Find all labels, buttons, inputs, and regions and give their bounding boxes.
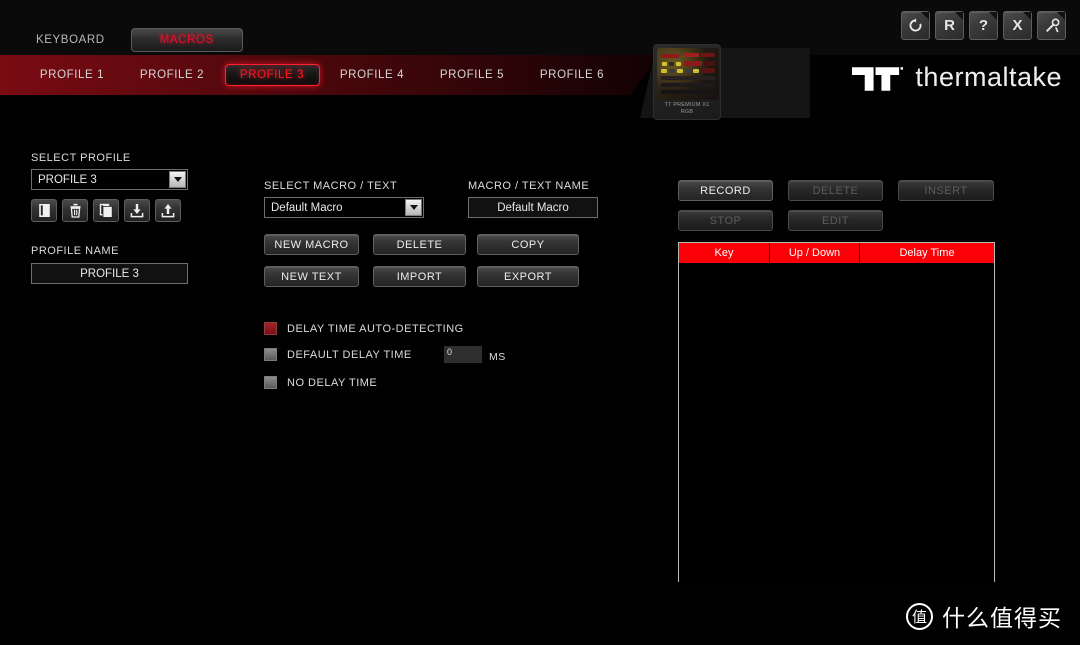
- column-header-up-down: Up / Down: [770, 243, 860, 263]
- record-button[interactable]: RECORD: [678, 180, 773, 201]
- mode-tab-macros[interactable]: MACROS: [130, 28, 243, 52]
- edit-action-button[interactable]: EDIT: [788, 210, 883, 231]
- watermark-badge-icon: 值: [906, 602, 933, 630]
- chevron-down-icon-macro[interactable]: [405, 199, 422, 216]
- select-macro-value: Default Macro: [271, 201, 343, 214]
- profile-name-label: PROFILE NAME: [31, 245, 119, 257]
- column-header-key: Key: [679, 243, 770, 263]
- profile-tab-4[interactable]: PROFILE 4: [322, 55, 422, 95]
- top-bar: KEYBOARD MACROS R ? X: [0, 0, 1080, 55]
- profile-tab-2[interactable]: PROFILE 2: [122, 55, 222, 95]
- close-glyph: X: [1012, 17, 1023, 34]
- delete-action-button[interactable]: DELETE: [788, 180, 883, 201]
- help-glyph: ?: [978, 17, 989, 34]
- delete-profile-icon[interactable]: [62, 199, 88, 222]
- insert-action-button[interactable]: INSERT: [898, 180, 994, 201]
- window-button-group: R ? X: [901, 11, 1066, 40]
- no-delay-label: NO DELAY TIME: [287, 376, 378, 389]
- device-thumbnail[interactable]: TT PREMIUM X1 RGB: [653, 44, 721, 120]
- select-macro-label: SELECT MACRO / TEXT: [264, 180, 398, 192]
- import-profile-icon[interactable]: [124, 199, 150, 222]
- macro-name-value: Default Macro: [497, 201, 569, 214]
- delay-auto-detect-label: DELAY TIME AUTO-DETECTING: [287, 322, 464, 335]
- select-profile-label-text: SELECT PROFILE: [31, 152, 131, 164]
- stop-button[interactable]: STOP: [678, 210, 773, 231]
- macro-name-label: MACRO / TEXT NAME: [468, 180, 590, 192]
- no-delay-checkbox[interactable]: [264, 376, 277, 389]
- delay-option-none[interactable]: NO DELAY TIME: [264, 376, 377, 389]
- brand-logo: thermaltake: [850, 62, 1062, 93]
- import-macro-button[interactable]: IMPORT: [373, 266, 466, 287]
- delete-macro-button[interactable]: DELETE: [373, 234, 466, 255]
- mode-tab-group: KEYBOARD MACROS: [32, 28, 243, 52]
- close-icon[interactable]: X: [1003, 11, 1032, 40]
- tools-icon[interactable]: [1037, 11, 1066, 40]
- r-letter-glyph: R: [944, 17, 955, 34]
- profile-tab-cell-2: PROFILE 2: [122, 55, 222, 95]
- device-name-line1: TT PREMIUM X1: [664, 102, 710, 108]
- copy-macro-button[interactable]: COPY: [477, 234, 579, 255]
- select-profile-label: SELECT PROFILE: [31, 152, 131, 164]
- default-delay-checkbox[interactable]: [264, 348, 277, 361]
- help-icon[interactable]: ?: [969, 11, 998, 40]
- profile-tab-list: PROFILE 1 PROFILE 2 PROFILE 3 PROFILE 4 …: [22, 55, 622, 95]
- profile-tab-cell-4: PROFILE 4: [322, 55, 422, 95]
- profile-tab-cell-6: PROFILE 6: [522, 55, 622, 95]
- thermaltake-mark-icon: [852, 66, 904, 91]
- select-profile-value: PROFILE 3: [38, 173, 97, 186]
- brand-wordmark: thermaltake: [915, 62, 1062, 92]
- chevron-down-icon[interactable]: [169, 171, 186, 188]
- macro-name-field[interactable]: Default Macro: [468, 197, 598, 218]
- delay-auto-detect-checkbox[interactable]: [264, 322, 277, 335]
- device-name: TT PREMIUM X1 RGB: [654, 102, 720, 116]
- macro-sequence-table[interactable]: Key Up / Down Delay Time: [678, 242, 995, 582]
- profile-tab-1[interactable]: PROFILE 1: [22, 55, 122, 95]
- device-image: [657, 48, 719, 100]
- select-macro-dropdown[interactable]: Default Macro: [264, 197, 424, 218]
- refresh-icon[interactable]: [901, 11, 930, 40]
- new-macro-button[interactable]: NEW MACRO: [264, 234, 359, 255]
- export-profile-icon[interactable]: [155, 199, 181, 222]
- profile-tab-cell-1: PROFILE 1: [22, 55, 122, 95]
- mode-tab-keyboard[interactable]: KEYBOARD: [32, 32, 109, 48]
- delay-option-auto-detect[interactable]: DELAY TIME AUTO-DETECTING: [264, 322, 464, 335]
- delay-option-default[interactable]: DEFAULT DELAY TIME: [264, 348, 412, 361]
- r-letter-icon[interactable]: R: [935, 11, 964, 40]
- default-delay-label: DEFAULT DELAY TIME: [287, 348, 412, 361]
- copy-profile-icon[interactable]: [93, 199, 119, 222]
- export-macro-button[interactable]: EXPORT: [477, 266, 579, 287]
- column-header-delay-time: Delay Time: [860, 243, 994, 263]
- application-window: KEYBOARD MACROS R ? X PROFILE 1 PROFILE …: [0, 0, 1080, 645]
- delay-unit-label: MS: [489, 351, 506, 363]
- select-profile-dropdown[interactable]: PROFILE 3: [31, 169, 188, 190]
- profile-tab-3[interactable]: PROFILE 3: [224, 64, 320, 86]
- profile-tab-cell-5: PROFILE 5: [422, 55, 522, 95]
- table-body-empty[interactable]: [679, 263, 994, 582]
- watermark-text: 什么值得买: [942, 606, 1062, 632]
- default-delay-value: 0: [447, 347, 453, 357]
- device-name-line2: RGB: [680, 109, 694, 115]
- profile-tab-6[interactable]: PROFILE 6: [522, 55, 622, 95]
- profile-tab-5[interactable]: PROFILE 5: [422, 55, 522, 95]
- default-delay-input[interactable]: 0: [444, 346, 482, 363]
- new-profile-icon[interactable]: [31, 199, 57, 222]
- watermark: 值 什么值得买: [906, 599, 1062, 633]
- profile-tab-cell-3: PROFILE 3: [222, 64, 322, 86]
- table-header-row: Key Up / Down Delay Time: [679, 243, 994, 263]
- new-text-button[interactable]: NEW TEXT: [264, 266, 359, 287]
- profile-action-buttons: [31, 199, 181, 222]
- profile-name-field[interactable]: PROFILE 3: [31, 263, 188, 284]
- profile-name-value: PROFILE 3: [80, 267, 139, 280]
